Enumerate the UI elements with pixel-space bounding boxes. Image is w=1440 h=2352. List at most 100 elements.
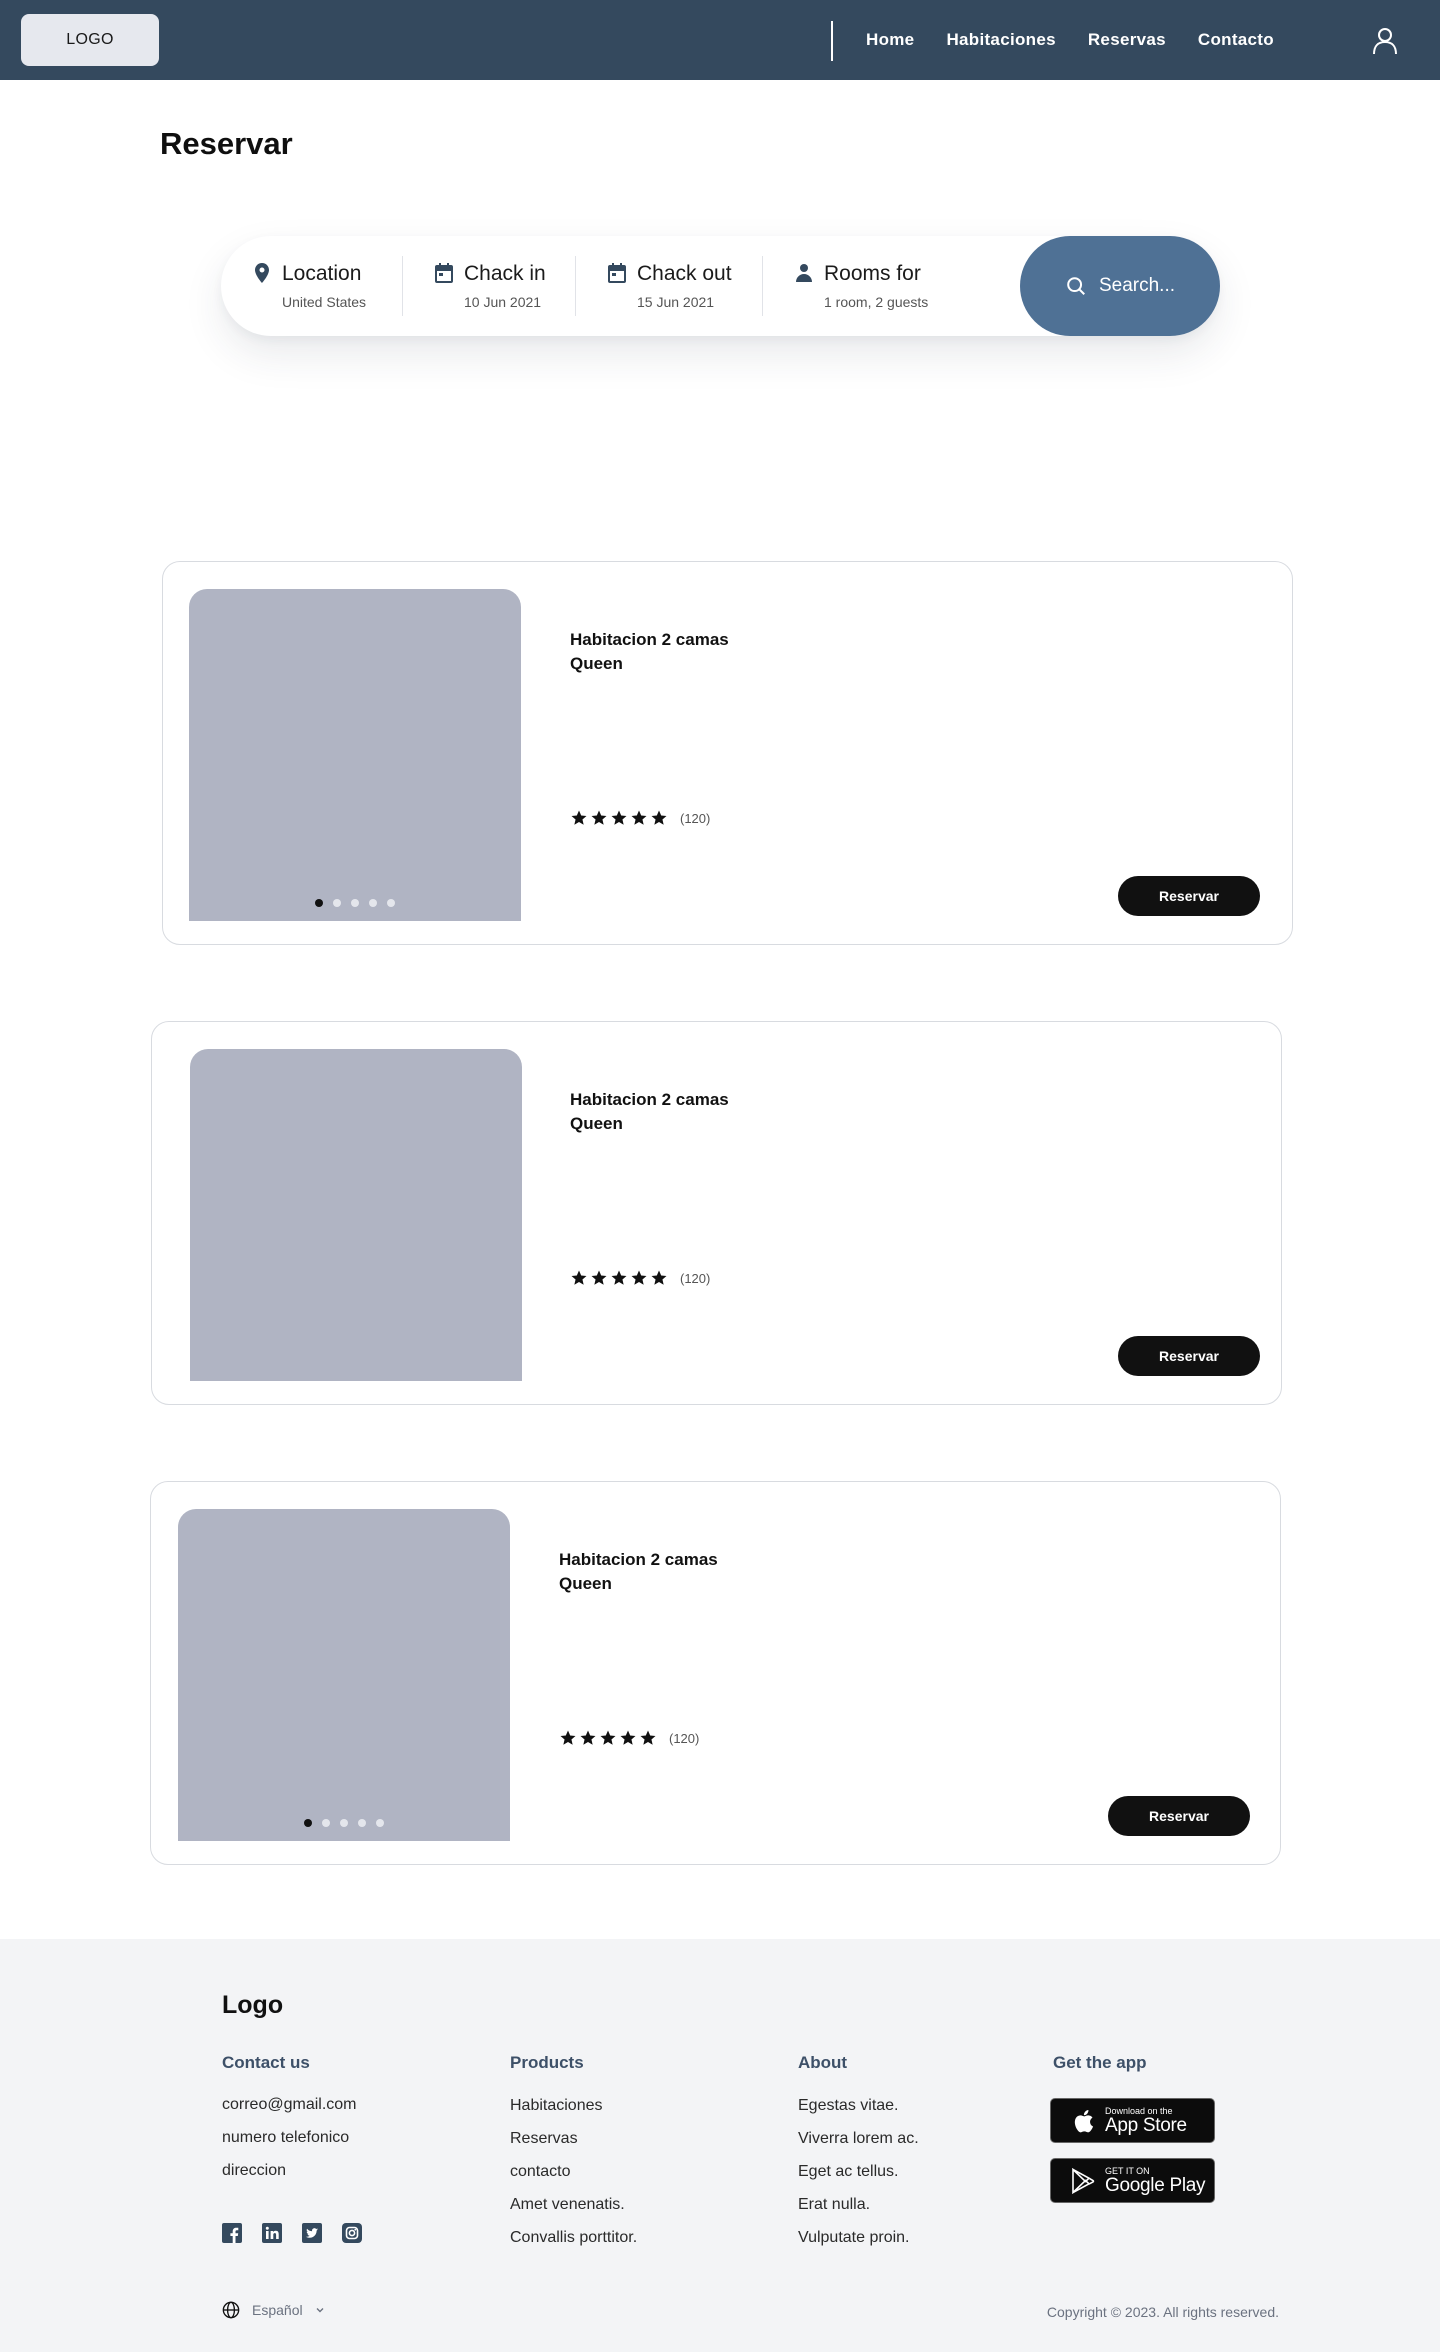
- star-icon: [631, 1270, 647, 1285]
- carousel-dot[interactable]: [315, 899, 323, 907]
- carousel-dot[interactable]: [333, 899, 341, 907]
- products-heading: Products: [510, 2053, 584, 2072]
- footer-link[interactable]: Vulputate proin.: [798, 2229, 919, 2247]
- nav-link-contacto[interactable]: Contacto: [1198, 30, 1274, 50]
- about-heading: About: [798, 2053, 848, 2072]
- main-nav: Home Habitaciones Reservas Contacto: [866, 0, 1274, 80]
- star-icon: [640, 1730, 656, 1745]
- star-icon: [611, 1270, 627, 1285]
- carousel-dot[interactable]: [376, 1819, 384, 1827]
- star-icon: [580, 1730, 596, 1745]
- carousel-dot[interactable]: [387, 899, 395, 907]
- star-icon: [571, 810, 587, 825]
- field-divider: [402, 256, 403, 316]
- products-list: Habitaciones Reservas contacto Amet vene…: [510, 2097, 637, 2247]
- star-icon: [631, 810, 647, 825]
- instagram-icon[interactable]: [342, 2223, 362, 2243]
- get-app-heading: Get the app: [1053, 2053, 1147, 2072]
- nav-link-reservas[interactable]: Reservas: [1088, 30, 1166, 50]
- language-selector[interactable]: Español: [222, 2301, 325, 2319]
- room-card: Habitacion 2 camas Queen (120) Reservar: [162, 561, 1293, 945]
- rooms-value: 1 room, 2 guests: [824, 294, 929, 310]
- app-store-label: App Store: [1105, 2114, 1187, 2136]
- calendar-icon: [608, 263, 626, 283]
- carousel-dots: [178, 1819, 510, 1827]
- footer-link[interactable]: Viverra lorem ac.: [798, 2130, 919, 2148]
- google-play-small-text: GET IT ON: [1105, 2165, 1150, 2176]
- carousel-dot[interactable]: [322, 1819, 330, 1827]
- location-value: United States: [282, 294, 367, 310]
- carousel-dot[interactable]: [369, 899, 377, 907]
- globe-icon: [222, 2301, 240, 2319]
- rating-stars: (120): [570, 1269, 710, 1287]
- reserve-button[interactable]: Reservar: [1118, 1336, 1260, 1376]
- room-image[interactable]: [190, 1049, 522, 1381]
- room-title: Habitacion 2 camas Queen: [570, 1090, 729, 1133]
- star-icon: [600, 1730, 616, 1745]
- facebook-icon[interactable]: [222, 2223, 242, 2243]
- apple-icon: [1074, 2109, 1094, 2132]
- language-label: Español: [252, 2302, 303, 2318]
- check-in-value: 10 Jun 2021: [464, 294, 542, 310]
- rating-stars: (120): [570, 809, 710, 827]
- twitter-icon[interactable]: [302, 2223, 322, 2243]
- user-account-icon[interactable]: [1372, 27, 1398, 55]
- footer-link[interactable]: Habitaciones: [510, 2097, 637, 2115]
- reserve-button[interactable]: Reservar: [1118, 876, 1260, 916]
- carousel-dots: [189, 899, 521, 907]
- star-icon: [571, 1270, 587, 1285]
- logo-button[interactable]: LOGO: [21, 14, 159, 66]
- linkedin-icon[interactable]: [262, 2223, 282, 2243]
- check-in-field[interactable]: Chack in 10 Jun 2021: [432, 236, 562, 336]
- star-icon: [591, 810, 607, 825]
- nav-link-home[interactable]: Home: [866, 30, 914, 50]
- star-icon: [651, 1270, 667, 1285]
- search-button[interactable]: Search...: [1020, 236, 1220, 336]
- location-label: Location: [282, 262, 362, 285]
- footer-link[interactable]: Egestas vitae.: [798, 2097, 919, 2115]
- room-title: Habitacion 2 camas Queen: [559, 1550, 718, 1593]
- footer-link[interactable]: Reservas: [510, 2130, 637, 2148]
- contact-phone[interactable]: numero telefonico: [222, 2129, 357, 2147]
- copyright-text: Copyright © 2023. All rights reserved.: [1046, 2304, 1279, 2320]
- star-icon: [560, 1730, 576, 1745]
- contact-heading: Contact us: [222, 2053, 310, 2072]
- person-icon: [796, 264, 812, 282]
- field-divider: [762, 256, 763, 316]
- nav-link-habitaciones[interactable]: Habitaciones: [946, 30, 1055, 50]
- search-button-label: Search...: [1098, 275, 1176, 296]
- footer-link[interactable]: contacto: [510, 2163, 637, 2181]
- footer-link[interactable]: Eget ac tellus.: [798, 2163, 919, 2181]
- about-list: Egestas vitae. Viverra lorem ac. Eget ac…: [798, 2097, 919, 2247]
- rooms-label: Rooms for: [824, 262, 921, 285]
- google-play-button[interactable]: GET IT ON Google Play: [1050, 2158, 1215, 2203]
- room-image[interactable]: [189, 589, 521, 921]
- location-field[interactable]: Location United States: [250, 236, 400, 336]
- review-count: (120): [680, 810, 711, 826]
- top-navbar: LOGO Home Habitaciones Reservas Contacto: [0, 0, 1440, 80]
- google-play-label: Google Play: [1105, 2174, 1206, 2196]
- carousel-dot[interactable]: [358, 1819, 366, 1827]
- footer-logo[interactable]: Logo: [222, 1991, 283, 2020]
- contact-address[interactable]: direccion: [222, 2162, 357, 2180]
- booking-search-bar: Location United States Chack in 10 Jun 2…: [221, 236, 1220, 336]
- calendar-icon: [435, 263, 453, 283]
- contact-email[interactable]: correo@gmail.com: [222, 2096, 357, 2114]
- page-title: Reservar: [160, 126, 293, 161]
- star-icon: [591, 1270, 607, 1285]
- rooms-field[interactable]: Rooms for 1 room, 2 guests: [792, 236, 942, 336]
- room-title: Habitacion 2 camas Queen: [570, 630, 729, 673]
- app-store-button[interactable]: Download on the App Store: [1050, 2098, 1215, 2143]
- room-image[interactable]: [178, 1509, 510, 1841]
- carousel-dot[interactable]: [351, 899, 359, 907]
- location-pin-icon: [255, 263, 269, 283]
- footer-link[interactable]: Convallis porttitor.: [510, 2229, 637, 2247]
- reserve-button[interactable]: Reservar: [1108, 1796, 1250, 1836]
- check-out-field[interactable]: Chack out 15 Jun 2021: [605, 236, 745, 336]
- review-count: (120): [680, 1270, 711, 1286]
- star-icon: [620, 1730, 636, 1745]
- footer-link[interactable]: Amet venenatis.: [510, 2196, 637, 2214]
- carousel-dot[interactable]: [304, 1819, 312, 1827]
- carousel-dot[interactable]: [340, 1819, 348, 1827]
- footer-link[interactable]: Erat nulla.: [798, 2196, 919, 2214]
